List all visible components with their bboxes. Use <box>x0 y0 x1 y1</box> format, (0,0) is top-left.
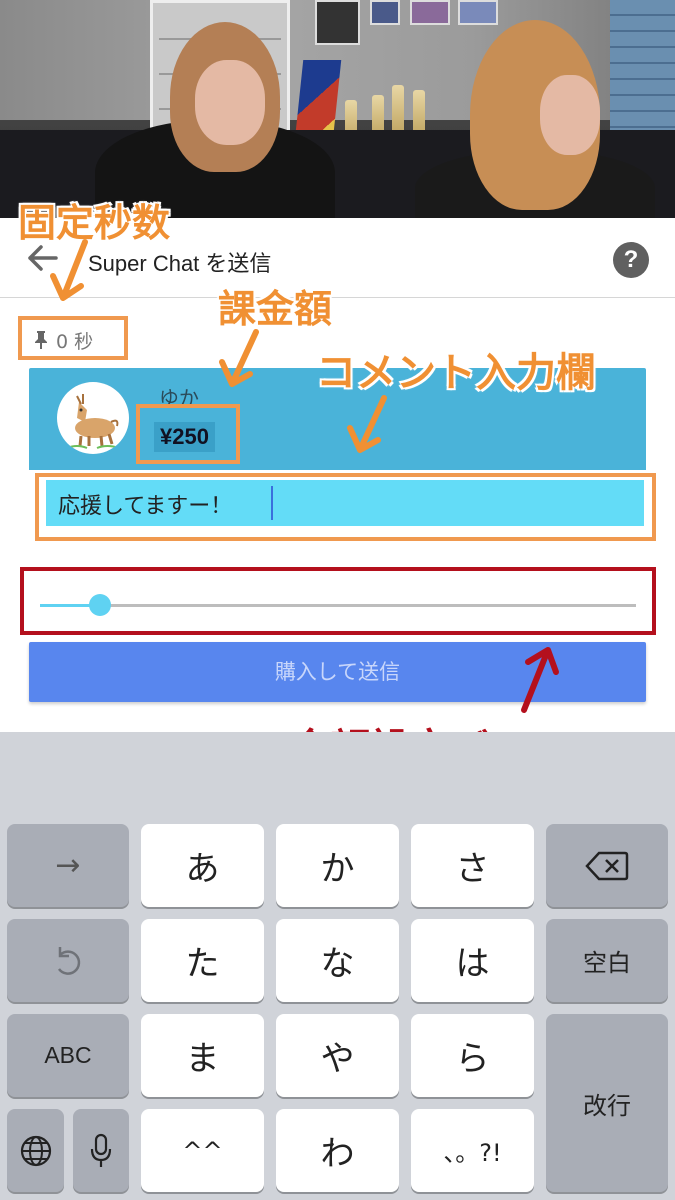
live-video-frame <box>0 0 675 218</box>
key-mic[interactable] <box>73 1109 129 1192</box>
key-ma[interactable]: ま <box>141 1014 264 1097</box>
key-sa[interactable]: さ <box>411 824 534 907</box>
mic-icon <box>90 1133 112 1167</box>
annotation-arrow-slider <box>521 647 559 713</box>
key-abc[interactable]: ABC <box>7 1014 129 1097</box>
key-space[interactable]: 空白 <box>546 919 668 1002</box>
annotation-box-slider <box>20 567 656 635</box>
key-cursor-right[interactable]: → <box>7 824 129 907</box>
annotation-box-comment <box>35 473 656 541</box>
key-wa[interactable]: わ <box>276 1109 399 1192</box>
panel-title: Super Chat を送信 <box>88 251 272 276</box>
key-ka[interactable]: か <box>276 824 399 907</box>
key-ya[interactable]: や <box>276 1014 399 1097</box>
japanese-keyboard: → あ か さ た な は 空白 ABC ま や ら 改行 ^^ わ 、。?! <box>0 732 675 1200</box>
key-backspace[interactable] <box>546 824 668 907</box>
annotation-box-seconds <box>18 316 128 360</box>
annotation-box-amount <box>136 404 240 464</box>
globe-icon <box>20 1135 51 1166</box>
annotation-comment-field: コメント入力欄 <box>316 350 596 396</box>
key-undo[interactable] <box>7 919 129 1002</box>
help-icon[interactable]: ? <box>613 242 649 278</box>
key-ra[interactable]: ら <box>411 1014 534 1097</box>
key-ta[interactable]: た <box>141 919 264 1002</box>
key-globe[interactable] <box>7 1109 64 1192</box>
undo-icon <box>57 946 81 975</box>
key-kaomoji[interactable]: ^^ <box>141 1109 264 1192</box>
key-return[interactable]: 改行 <box>546 1014 668 1192</box>
annotation-arrow-seconds <box>50 239 88 301</box>
arrow-right-icon: → <box>55 848 81 883</box>
annotation-charge-amount: 課金額 <box>218 287 333 331</box>
deer-avatar-icon <box>57 382 129 454</box>
annotation-arrow-amount <box>219 329 259 387</box>
key-ha[interactable]: は <box>411 919 534 1002</box>
annotation-arrow-comment <box>347 395 387 453</box>
backspace-icon <box>585 851 629 880</box>
key-a[interactable]: あ <box>141 824 264 907</box>
key-na[interactable]: な <box>276 919 399 1002</box>
key-punctuation[interactable]: 、。?! <box>411 1109 534 1192</box>
